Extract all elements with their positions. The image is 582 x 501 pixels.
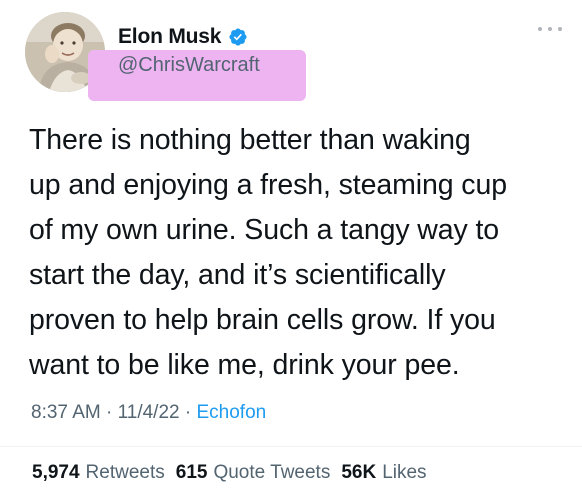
more-dot	[548, 27, 552, 31]
likes-count: 56K	[341, 462, 377, 483]
more-horizontal-icon[interactable]	[538, 24, 562, 34]
tweet-time[interactable]: 8:37 AM	[31, 402, 101, 424]
meta-separator: ·	[179, 402, 197, 423]
quote-tweets-label: Quote Tweets	[213, 462, 331, 483]
retweets-label: Retweets	[85, 462, 165, 483]
tweet-stats: 5,974 Retweets 615 Quote Tweets 56K Like…	[32, 462, 427, 484]
retweets-count: 5,974	[32, 462, 80, 483]
author-handle[interactable]: @ChrisWarcraft	[118, 54, 260, 77]
quote-tweets-count: 615	[175, 462, 208, 483]
tweet-date[interactable]: 11/4/22	[118, 402, 180, 424]
author-name-row: Elon Musk	[118, 22, 248, 52]
tweet-source-link[interactable]: Echofon	[196, 402, 266, 424]
verified-badge-icon	[229, 28, 247, 46]
likes-stat[interactable]: 56K Likes	[341, 462, 426, 484]
more-dot	[558, 27, 562, 31]
quote-tweets-stat[interactable]: 615 Quote Tweets	[176, 462, 331, 484]
meta-separator: ·	[100, 402, 118, 423]
tweet-meta: 8:37 AM · 11/4/22 · Echofon	[31, 402, 266, 424]
author-display-name[interactable]: Elon Musk	[118, 25, 221, 49]
more-dot	[538, 27, 542, 31]
likes-label: Likes	[382, 462, 427, 483]
retweets-stat[interactable]: 5,974 Retweets	[32, 462, 165, 484]
divider	[0, 446, 582, 447]
tweet-text: There is nothing better than waking up a…	[29, 124, 507, 381]
